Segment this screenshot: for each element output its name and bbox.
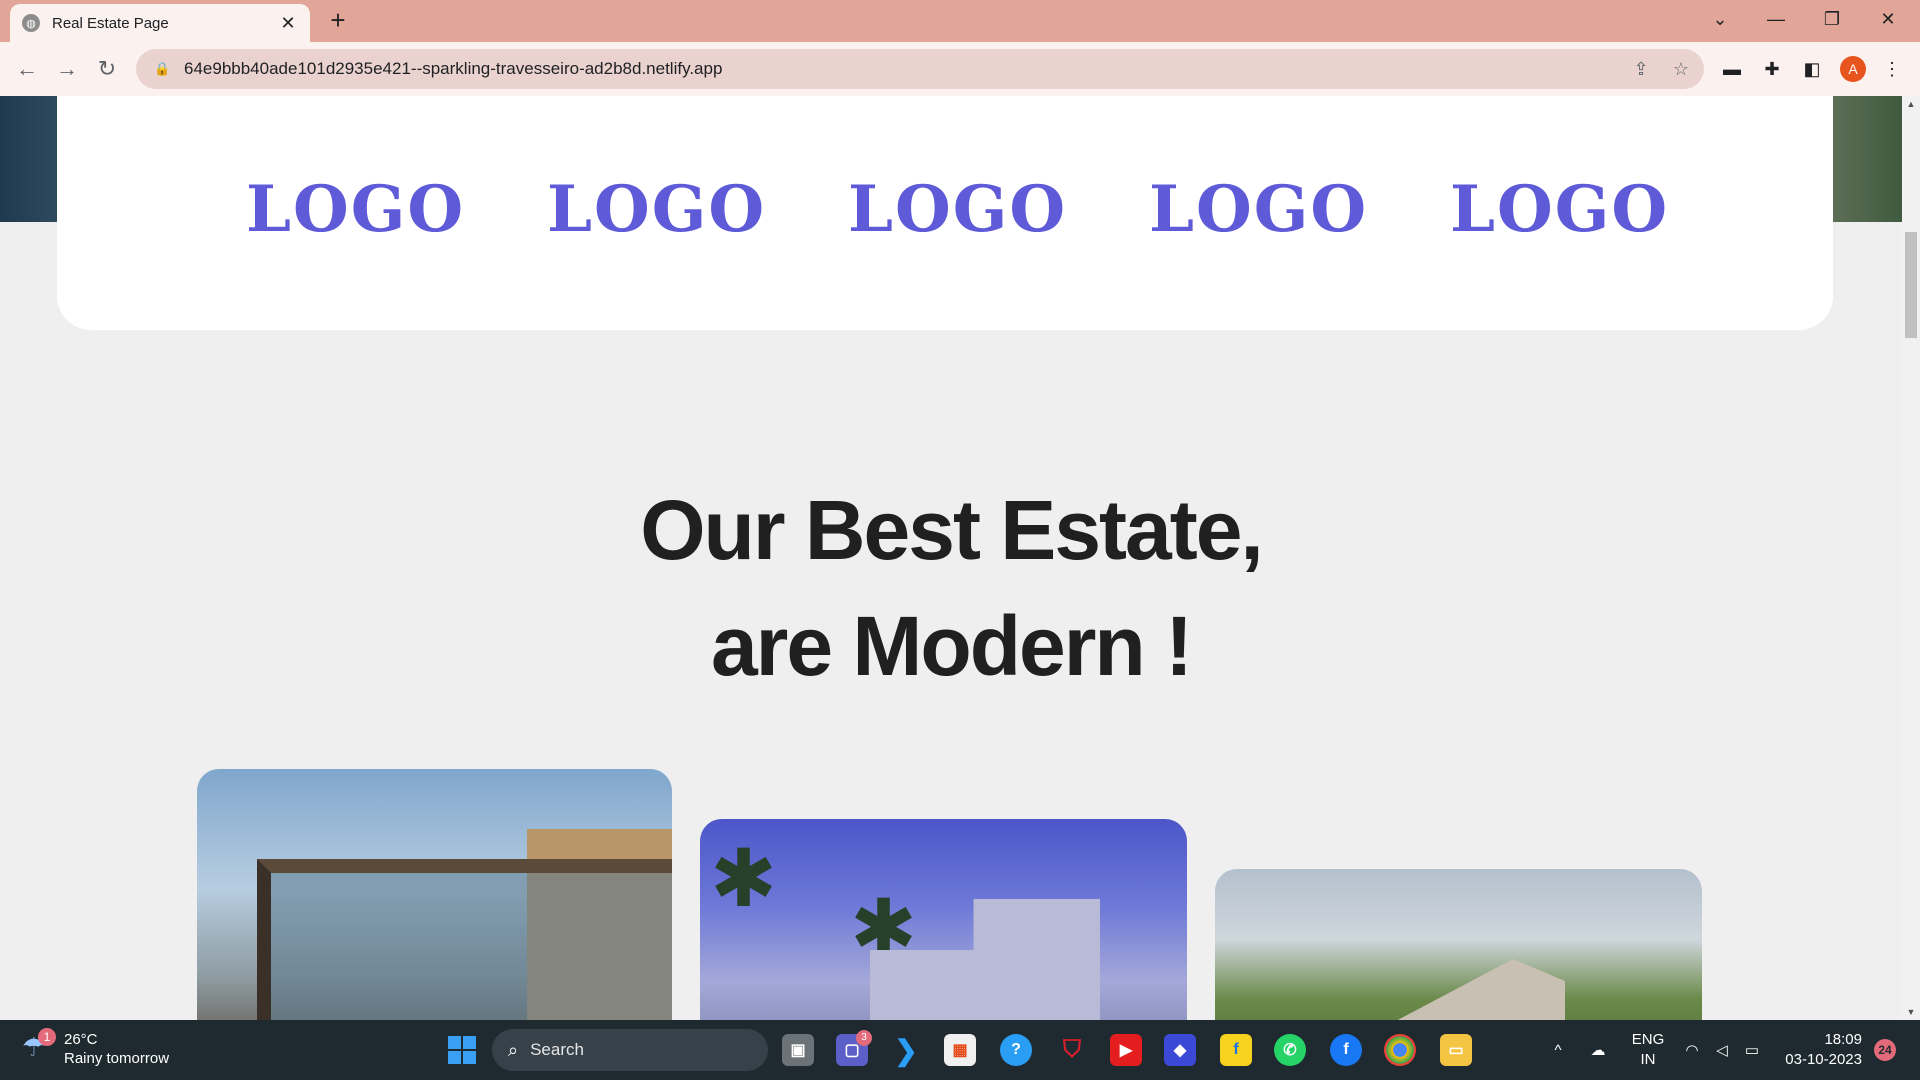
weather-description: Rainy tomorrow (64, 1050, 170, 1067)
onedrive-error-icon[interactable]: ☁ (1584, 1020, 1612, 1080)
profile-avatar[interactable]: A (1840, 56, 1866, 82)
bookmark-star-icon[interactable]: ☆ (1670, 58, 1692, 80)
browser-tab-strip: ◍ Real Estate Page ✕ + ⌄ — ❐ ✕ (0, 0, 1920, 42)
browser-toolbar: ← → ↻ 🔒 64e9bbb40ade101d2935e421--sparkl… (0, 42, 1920, 96)
copilot-icon[interactable]: ◆ (1164, 1034, 1196, 1066)
file-explorer-icon[interactable]: ▭ (1440, 1034, 1472, 1066)
house-glass-frame (257, 859, 672, 1020)
browser-tab[interactable]: ◍ Real Estate Page ✕ (10, 4, 310, 42)
search-label: Search (530, 1040, 584, 1059)
partner-logo: LOGO (246, 172, 466, 247)
volume-icon[interactable]: ◁ (1710, 1020, 1734, 1080)
forward-arrow-icon[interactable]: → (52, 54, 82, 84)
estate-card-image[interactable]: ✱ ✱ (700, 819, 1187, 1020)
taskbar-search-box[interactable]: ⌕ Search (492, 1029, 768, 1071)
language-code: ENG (1631, 1031, 1665, 1048)
wifi-icon[interactable]: ◠ (1680, 1020, 1704, 1080)
task-view-icon[interactable]: ▣ (782, 1034, 814, 1066)
whatsapp-icon[interactable]: ✆ (1274, 1034, 1306, 1066)
tab-title: Real Estate Page (52, 14, 169, 32)
extensions-puzzle-icon[interactable]: ✚ (1760, 57, 1784, 81)
back-arrow-icon[interactable]: ← (12, 54, 42, 84)
section-heading-line-1: Our Best Estate, (640, 483, 1264, 577)
mcafee-icon[interactable]: ⛉ (1056, 1034, 1088, 1066)
url-text[interactable]: 64e9bbb40ade101d2935e421--sparkling-trav… (184, 59, 722, 79)
windows-taskbar: ☂ 1 26°C Rainy tomorrow ⌕ Search ▣ ▢ 3 ❯… (0, 1020, 1920, 1080)
weather-widget[interactable]: ☂ 1 26°C Rainy tomorrow (22, 1028, 170, 1068)
show-hidden-icons-chevron-icon[interactable]: ^ (1548, 1020, 1568, 1080)
get-help-icon[interactable]: ? (1000, 1034, 1032, 1066)
chrome-icon[interactable] (1384, 1034, 1416, 1066)
page-viewport: LOGO LOGO LOGO LOGO LOGO Our Best Estate… (0, 96, 1902, 1020)
estate-card-image[interactable] (197, 769, 672, 1020)
address-bar[interactable]: 🔒 64e9bbb40ade101d2935e421--sparkling-tr… (136, 49, 1704, 89)
side-panel-icon[interactable]: ◧ (1800, 57, 1824, 81)
input-language[interactable]: ENG IN (1628, 1030, 1668, 1070)
weather-badge: 1 (38, 1028, 56, 1046)
minimize-icon[interactable]: — (1752, 0, 1800, 38)
tab-close-icon[interactable]: ✕ (278, 13, 298, 34)
restore-icon[interactable]: ❐ (1808, 0, 1856, 38)
palm-tree-icon: ✱ (710, 834, 778, 923)
estate-card-image[interactable] (1215, 869, 1702, 1020)
reload-icon[interactable]: ↻ (92, 54, 122, 84)
scroll-down-icon[interactable]: ▼ (1902, 1004, 1920, 1020)
partner-logo: LOGO (1149, 172, 1369, 247)
tab-search-chevron-icon[interactable]: ⌄ (1696, 0, 1744, 38)
menu-kebab-icon[interactable]: ⋮ (1880, 57, 1904, 81)
region-code: IN (1640, 1051, 1656, 1068)
close-window-icon[interactable]: ✕ (1864, 0, 1912, 38)
battery-icon[interactable]: ▭ (1740, 1020, 1764, 1080)
youtube-icon[interactable]: ▶ (1110, 1034, 1142, 1066)
notification-badge[interactable]: 24 (1874, 1039, 1896, 1061)
section-heading-line-2: are Modern ! (710, 599, 1193, 693)
partner-logos-card: LOGO LOGO LOGO LOGO LOGO (57, 96, 1833, 330)
microsoft-store-icon[interactable]: ▦ (944, 1034, 976, 1066)
scroll-up-icon[interactable]: ▲ (1902, 96, 1920, 112)
weather-temperature: 26°C (64, 1031, 98, 1048)
search-icon: ⌕ (508, 1039, 519, 1060)
scroll-thumb[interactable] (1905, 232, 1917, 338)
partner-logo: LOGO (1450, 172, 1670, 247)
facebook-icon[interactable]: f (1330, 1034, 1362, 1066)
house-roof (1305, 959, 1565, 1020)
clock-date: 03-10-2023 (1785, 1051, 1862, 1068)
flipkart-icon[interactable]: f (1220, 1034, 1252, 1066)
globe-icon: ◍ (22, 14, 40, 32)
partner-logo: LOGO (848, 172, 1068, 247)
windows-start-icon[interactable] (448, 1036, 476, 1064)
page-scrollbar[interactable]: ▲ ▼ (1902, 96, 1920, 1020)
umbrella-rain-icon: ☂ 1 (22, 1028, 56, 1066)
clock-time: 18:09 (1824, 1031, 1862, 1048)
share-icon[interactable]: ⇪ (1630, 58, 1652, 80)
vscode-icon[interactable]: ❯ (890, 1034, 922, 1066)
lock-icon[interactable]: 🔒 (154, 61, 170, 77)
system-clock[interactable]: 18:09 03-10-2023 (1778, 1030, 1862, 1070)
partner-logo: LOGO (547, 172, 767, 247)
cast-icon[interactable]: ▬ (1720, 57, 1744, 81)
new-tab-button[interactable]: + (324, 7, 352, 35)
teams-badge: 3 (856, 1030, 872, 1046)
